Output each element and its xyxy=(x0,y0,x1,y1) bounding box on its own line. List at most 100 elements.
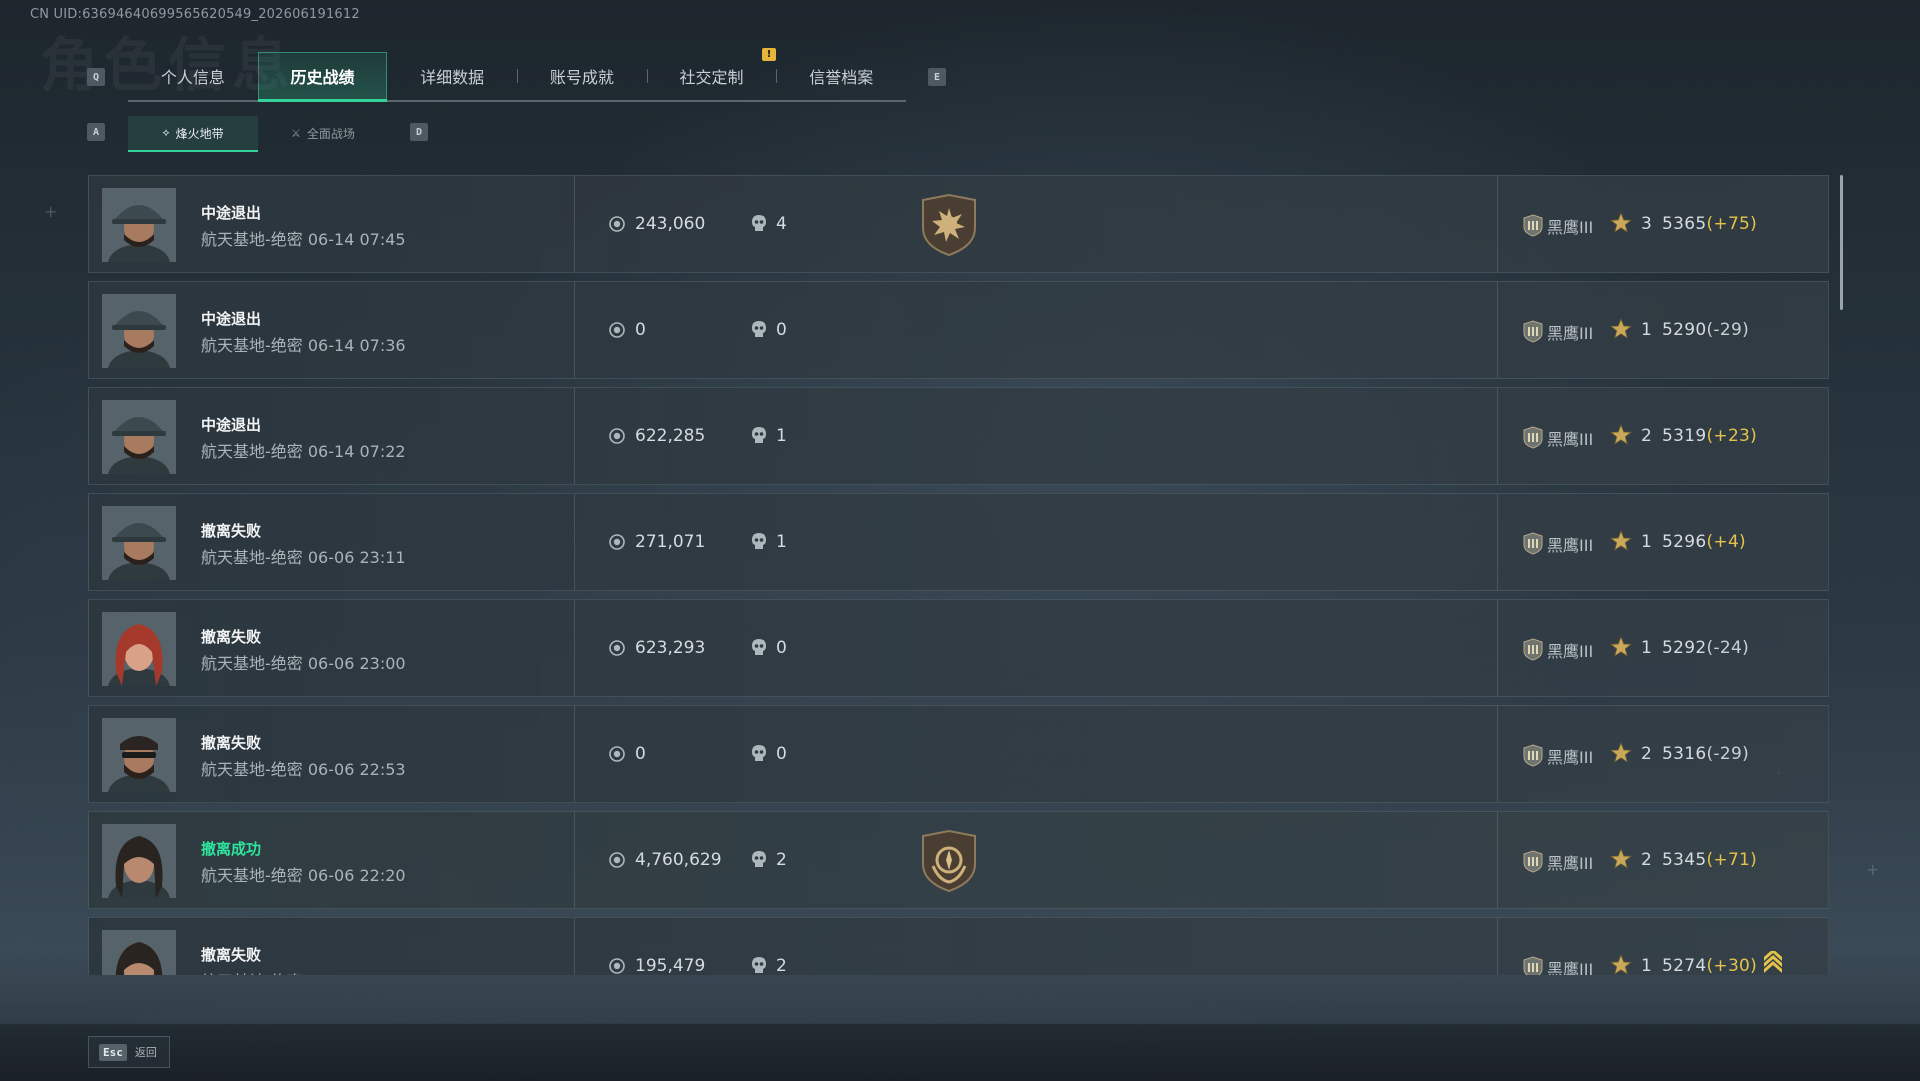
match-result-label: 撤离成功 xyxy=(201,840,262,858)
map-name: 航天基地-绝密 xyxy=(201,230,303,249)
bottom-bar xyxy=(0,1023,1920,1081)
star-count: 3 xyxy=(1641,214,1652,234)
operator-avatar xyxy=(102,824,176,898)
prev-tab-key-hint[interactable]: Q xyxy=(87,68,105,86)
score-delta: (-29) xyxy=(1706,320,1749,340)
rank-emblem-icon xyxy=(1521,637,1545,661)
rank-name: 黑鹰III xyxy=(1547,430,1594,449)
kill-count: 0 xyxy=(776,638,787,658)
skull-icon xyxy=(751,320,767,340)
column-divider xyxy=(1497,494,1498,590)
map-name: 航天基地-绝密 xyxy=(201,972,303,975)
battlefield-icon: ⚔ xyxy=(291,126,301,140)
loot-value: 271,071 xyxy=(635,532,706,552)
column-divider xyxy=(574,706,575,802)
kill-count: 4 xyxy=(776,214,787,234)
match-result-label: 撤离失败 xyxy=(201,522,262,540)
kill-count: 0 xyxy=(776,744,787,764)
match-time: 06-14 07:36 xyxy=(307,336,406,355)
match-history-list[interactable]: 中途退出 航天基地-绝密 06-14 07:45 243,060 4 黑鹰III 3 536… xyxy=(88,175,1831,975)
operator-avatar xyxy=(102,400,176,474)
match-map-time: 航天基地-绝密 06-06 23:00 xyxy=(201,650,406,674)
tab-0[interactable]: 个人信息 xyxy=(128,52,258,100)
match-map-time: 航天基地-绝密 06-06 22:53 xyxy=(201,756,406,780)
operator-avatar xyxy=(102,506,176,580)
score-value: 5345 xyxy=(1662,850,1707,870)
column-divider xyxy=(1497,812,1498,908)
kill-count: 1 xyxy=(776,532,787,552)
skull-icon xyxy=(751,850,767,870)
loot-value: 622,285 xyxy=(635,426,706,446)
map-name: 航天基地-绝密 xyxy=(201,866,303,885)
match-row[interactable]: 撤离失败 航天基地-绝密 06-06 22:53 0 0 黑鹰III 2 5316(-29) xyxy=(88,705,1829,803)
score-value: 5290 xyxy=(1662,320,1707,340)
back-button[interactable]: Esc 返回 xyxy=(88,1036,170,1068)
star-count: 1 xyxy=(1641,320,1652,340)
match-row[interactable]: 中途退出 航天基地-绝密 06-14 07:45 243,060 4 黑鹰III 3 536… xyxy=(88,175,1829,273)
subtab-label: 烽火地带 xyxy=(175,126,224,141)
next-subtab-key-hint[interactable]: D xyxy=(410,123,428,141)
match-row[interactable]: 撤离成功 航天基地-绝密 06-06 22:20 4,760,629 2 黑鹰III 2 5… xyxy=(88,811,1829,909)
match-row[interactable]: 中途退出 航天基地-绝密 06-14 07:36 0 0 黑鹰III 1 5290(-29) xyxy=(88,281,1829,379)
column-divider xyxy=(574,282,575,378)
match-result-label: 撤离失败 xyxy=(201,628,262,646)
subtab-0[interactable]: ⟡ 烽火地带 xyxy=(128,116,258,152)
tab-2[interactable]: 详细数据 xyxy=(387,52,517,100)
rank-name: 黑鹰III xyxy=(1547,218,1594,237)
match-map-time: 航天基地-绝密 06-14 07:22 xyxy=(201,438,406,462)
back-label: 返回 xyxy=(134,1046,157,1059)
prev-subtab-key-hint[interactable]: A xyxy=(87,123,105,141)
rank-name: 黑鹰III xyxy=(1547,324,1594,343)
match-row[interactable]: 撤离失败 航天基地-绝密 06-06 23:00 623,293 0 黑鹰III 1 529… xyxy=(88,599,1829,697)
match-row[interactable]: 撤离失败航天基地-绝密 06-06 21:57 195,479 2 黑鹰III 1 527… xyxy=(88,917,1829,975)
star-icon xyxy=(1609,529,1633,553)
subtab-label: 全面战场 xyxy=(306,126,355,141)
loot-value: 243,060 xyxy=(635,214,706,234)
skull-icon xyxy=(751,956,767,975)
tab-5[interactable]: 信誉档案 xyxy=(776,52,906,100)
column-divider xyxy=(574,388,575,484)
wreath-shield-badge-icon[interactable] xyxy=(919,829,979,893)
match-time: 06-06 23:11 xyxy=(307,548,406,567)
star-count: 2 xyxy=(1641,850,1652,870)
match-time: 06-06 21:57 xyxy=(308,972,406,975)
match-row[interactable]: 中途退出 航天基地-绝密 06-14 07:22 622,285 1 黑鹰III 2 531… xyxy=(88,387,1829,485)
operator-avatar xyxy=(102,930,176,975)
deco-plus: + xyxy=(44,202,58,221)
loot-value: 195,479 xyxy=(635,956,706,975)
list-scrollbar[interactable] xyxy=(1840,175,1843,310)
rank-emblem-icon xyxy=(1521,955,1545,975)
rank-score: 5290(-29) xyxy=(1662,320,1749,340)
zone-icon: ⟡ xyxy=(162,126,170,139)
subtab-1[interactable]: ⚔ 全面战场 xyxy=(258,116,388,150)
operator-avatar xyxy=(102,294,176,368)
coin-icon xyxy=(609,958,625,974)
match-row[interactable]: 撤离失败 航天基地-绝密 06-06 23:11 271,071 1 黑鹰III 1 529… xyxy=(88,493,1829,591)
sun-shield-badge-icon[interactable] xyxy=(919,193,979,257)
match-map-time: 航天基地-绝密 06-06 23:11 xyxy=(201,544,406,568)
star-count: 1 xyxy=(1641,638,1652,658)
score-value: 5292 xyxy=(1662,638,1707,658)
match-time: 06-14 07:45 xyxy=(307,230,406,249)
column-divider xyxy=(1497,918,1498,975)
tab-1[interactable]: 历史战绩 xyxy=(257,52,388,102)
rank-score: 5292(-24) xyxy=(1662,638,1749,658)
rank-score: 5316(-29) xyxy=(1662,744,1749,764)
score-delta: (-29) xyxy=(1706,744,1749,764)
rank-emblem-icon xyxy=(1521,425,1545,449)
score-value: 5316 xyxy=(1662,744,1707,764)
match-result-label: 撤离失败 xyxy=(201,734,262,752)
rank-score: 5365(+75) xyxy=(1662,214,1757,234)
tab-4[interactable]: 社交定制 xyxy=(646,52,777,100)
coin-icon xyxy=(609,640,625,656)
operator-avatar xyxy=(102,612,176,686)
coin-icon xyxy=(609,534,625,550)
mode-subtab-bar: ⟡ 烽火地带 ⚔ 全面战场 xyxy=(128,116,388,152)
tab-alert-badge: ! xyxy=(762,48,776,61)
rank-emblem-icon xyxy=(1521,531,1545,555)
next-tab-key-hint[interactable]: E xyxy=(928,68,946,86)
score-delta: (+71) xyxy=(1706,850,1758,870)
rank-score: 5345(+71) xyxy=(1662,850,1757,870)
tab-3[interactable]: 账号成就 xyxy=(517,52,647,100)
star-icon xyxy=(1609,741,1633,765)
